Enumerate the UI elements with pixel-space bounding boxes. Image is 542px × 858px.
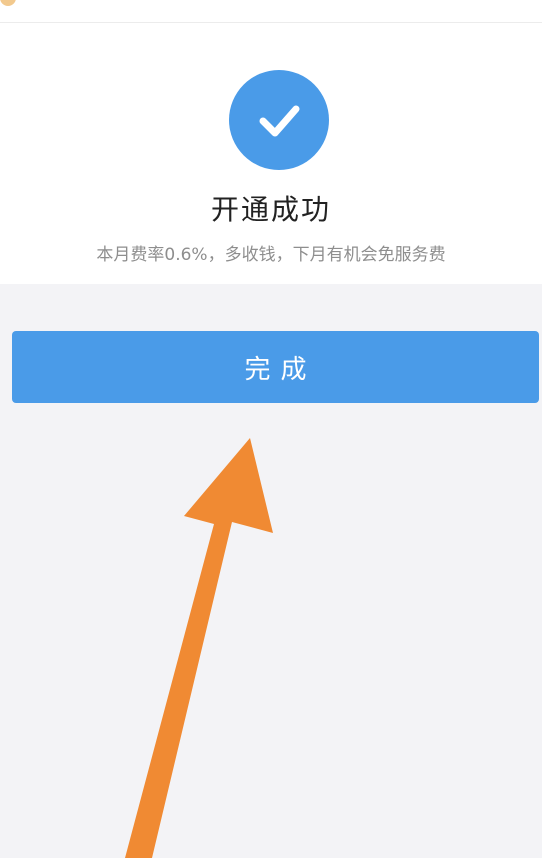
success-subtitle: 本月费率0.6%，多收钱，下月有机会免服务费 — [96, 245, 446, 265]
result-panel: 开通成功 本月费率0.6%，多收钱，下月有机会免服务费 — [0, 0, 542, 284]
header-divider — [0, 22, 542, 23]
success-badge — [229, 70, 329, 170]
status-bar-remnant — [0, 0, 16, 6]
done-button[interactable]: 完成 — [12, 331, 539, 403]
check-icon — [259, 105, 300, 137]
success-title: 开通成功 — [210, 193, 331, 226]
